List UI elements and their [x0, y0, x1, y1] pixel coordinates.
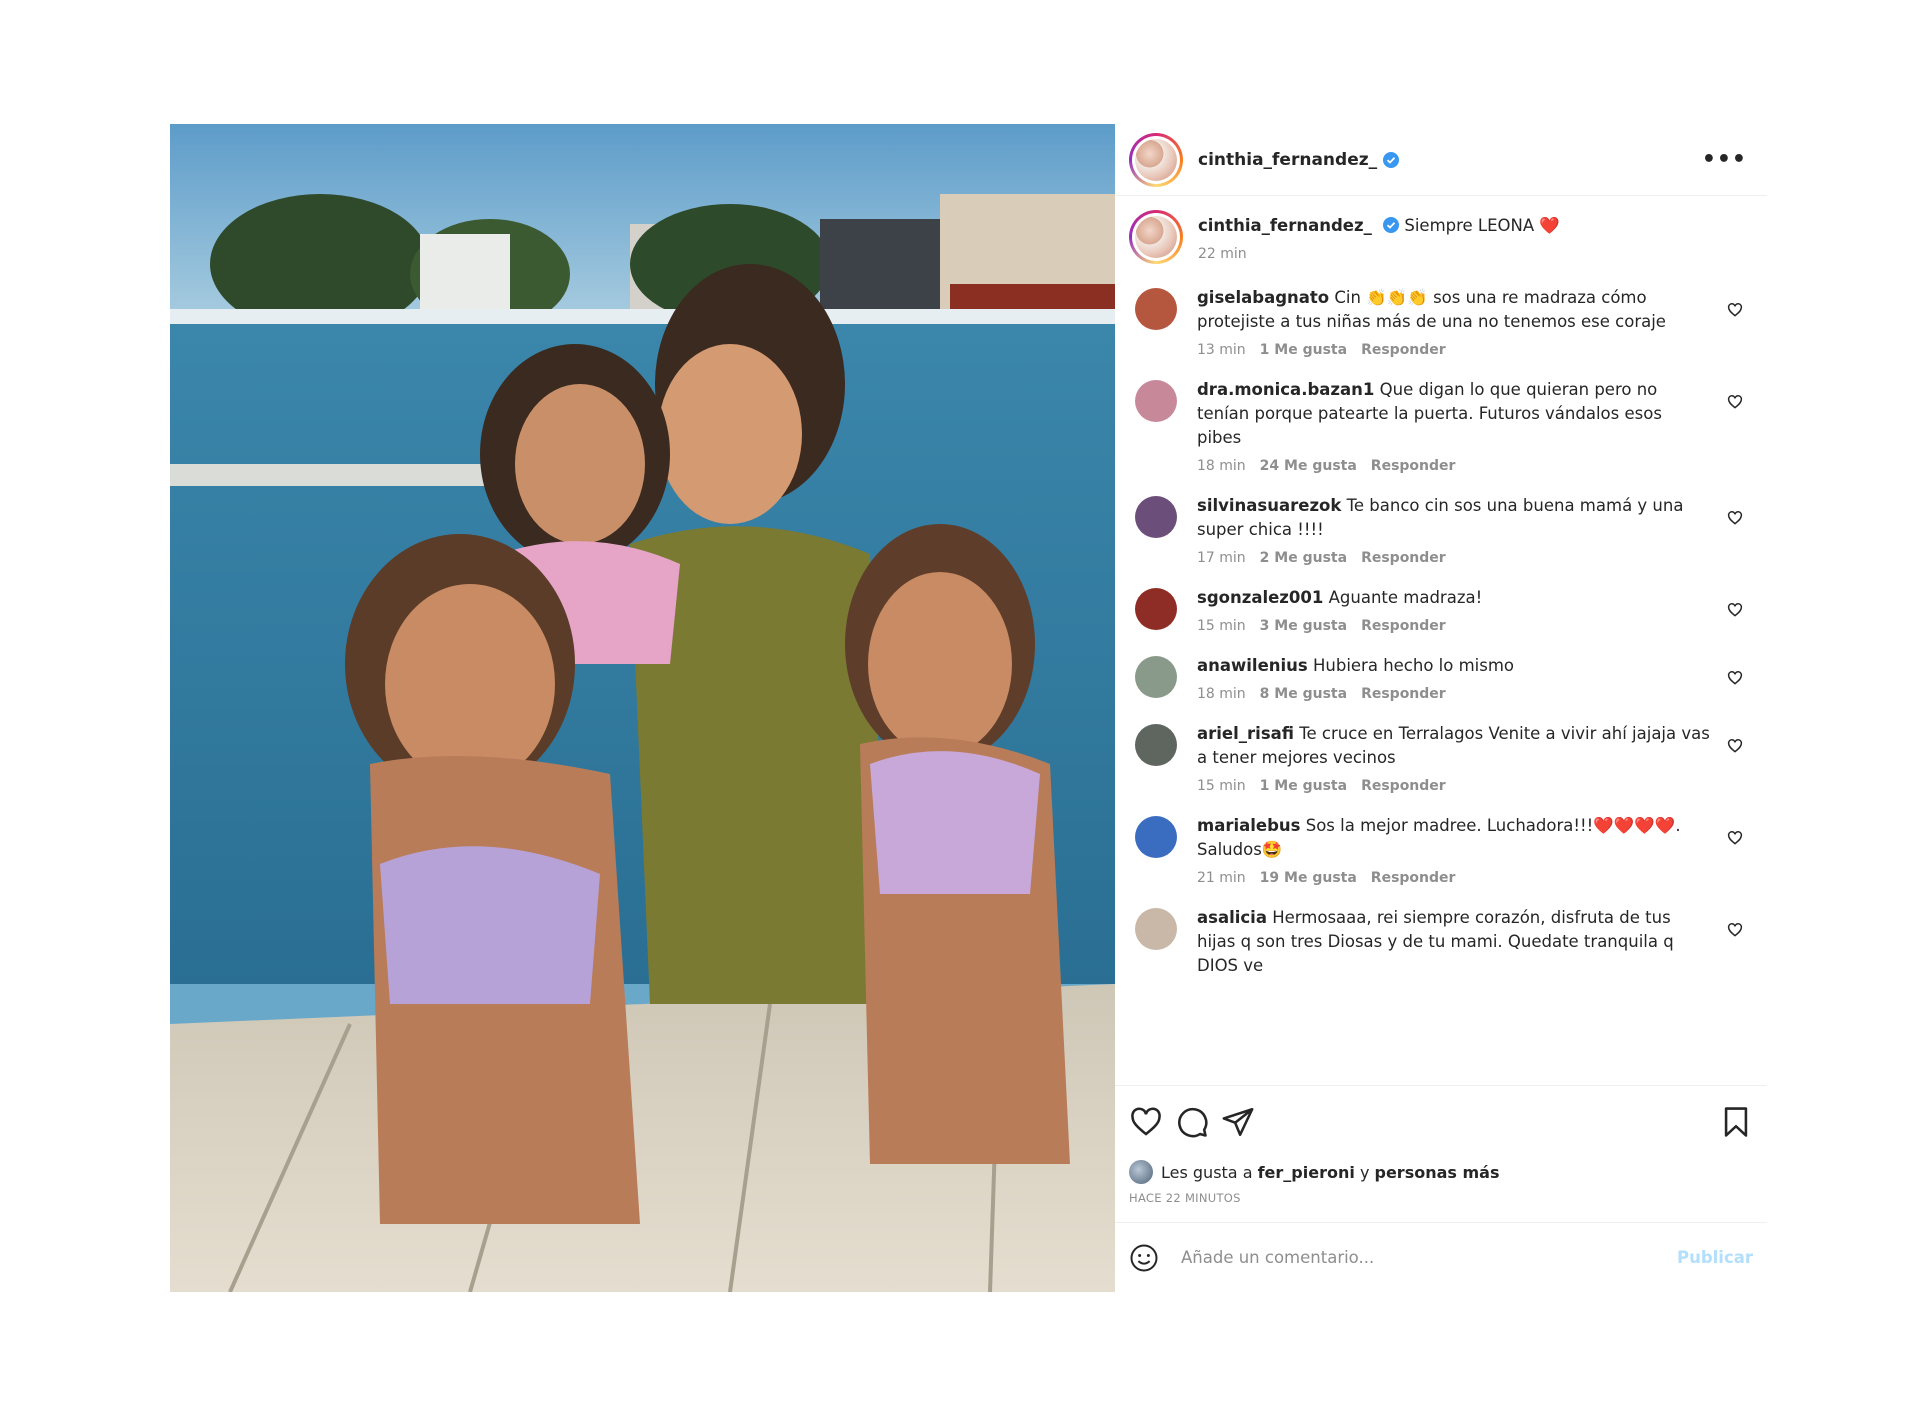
comment-likes[interactable]: 1 Me gusta [1260, 342, 1347, 358]
commenter-username[interactable]: giselabagnato [1197, 288, 1329, 307]
likes-prefix: Les gusta a [1161, 1162, 1253, 1182]
caption-time: 22 min [1198, 246, 1247, 262]
instagram-post: cinthia_fernandez_ ••• cinthia_fernandez… [170, 124, 1767, 1292]
likes-middle: y [1359, 1162, 1370, 1182]
comment-item: anawilenius Hubiera hecho lo mismo 18 min… [1129, 654, 1751, 702]
comment-text: Hermosaaa, rei siempre corazón, disfruta… [1197, 908, 1674, 975]
verified-icon [1383, 151, 1400, 168]
reply-button[interactable]: Responder [1371, 870, 1456, 886]
commenter-username[interactable]: sgonzalez001 [1197, 588, 1323, 607]
comment-heart-icon[interactable] [1727, 922, 1743, 938]
more-icon[interactable]: ••• [1698, 143, 1751, 176]
author-avatar[interactable] [1129, 132, 1183, 187]
author-username[interactable]: cinthia_fernandez_ [1198, 150, 1377, 170]
caption-username[interactable]: cinthia_fernandez_ [1198, 216, 1372, 235]
post-caption: cinthia_fernandez_ Siempre LEONA ❤️ 22 m… [1129, 210, 1751, 264]
comments-list[interactable]: cinthia_fernandez_ Siempre LEONA ❤️ 22 m… [1115, 196, 1767, 1085]
comment-likes[interactable]: 8 Me gusta [1260, 686, 1347, 702]
commenter-avatar[interactable] [1135, 816, 1177, 858]
post-photo [170, 124, 1115, 1292]
comment-heart-icon[interactable] [1727, 394, 1743, 410]
commenter-username[interactable]: ariel_risafi [1197, 724, 1294, 743]
heart-icon[interactable] [1129, 1105, 1163, 1139]
comment-time: 21 min [1197, 870, 1246, 886]
comment-time: 18 min [1197, 458, 1246, 474]
comment-item: silvinasuarezok Te banco cin sos una bue… [1129, 494, 1751, 566]
commenter-username[interactable]: dra.monica.bazan1 [1197, 380, 1374, 399]
commenter-username[interactable]: asalicia [1197, 908, 1267, 927]
comment-heart-icon[interactable] [1727, 602, 1743, 618]
reply-button[interactable]: Responder [1361, 550, 1446, 566]
reply-button[interactable]: Responder [1361, 778, 1446, 794]
comment-heart-icon[interactable] [1727, 670, 1743, 686]
comment-input[interactable] [1181, 1248, 1677, 1267]
bookmark-icon[interactable] [1719, 1105, 1753, 1139]
comment-text: Aguante madraza! [1328, 588, 1483, 607]
comment-item: sgonzalez001 Aguante madraza! 15 min 3 Me … [1129, 586, 1751, 634]
share-icon[interactable] [1221, 1105, 1255, 1139]
beach-family-photo [170, 124, 1115, 1292]
commenter-username[interactable]: marialebus [1197, 816, 1300, 835]
emoji-icon[interactable] [1129, 1243, 1159, 1273]
comment-likes[interactable]: 3 Me gusta [1260, 618, 1347, 634]
reply-button[interactable]: Responder [1361, 686, 1446, 702]
likes-username[interactable]: fer_pieroni [1258, 1163, 1355, 1182]
comment-text: Hubiera hecho lo mismo [1312, 656, 1515, 675]
comment-item: ariel_risafi Te cruce en Terralagos Veni… [1129, 722, 1751, 794]
comment-time: 18 min [1197, 686, 1246, 702]
commenter-avatar[interactable] [1135, 496, 1177, 538]
commenter-avatar[interactable] [1135, 380, 1177, 422]
likes-others-link[interactable]: personas más [1375, 1163, 1500, 1182]
comment-item: marialebus Sos la mejor madree. Luchador… [1129, 814, 1751, 886]
comment-item: asalicia Hermosaaa, rei siempre corazón,… [1129, 906, 1751, 978]
commenter-avatar[interactable] [1135, 656, 1177, 698]
caption-avatar[interactable] [1129, 210, 1183, 264]
comment-time: 17 min [1197, 550, 1246, 566]
comment-likes[interactable]: 1 Me gusta [1260, 778, 1347, 794]
caption-text: Siempre LEONA ❤️ [1404, 216, 1560, 235]
post-side-panel: cinthia_fernandez_ ••• cinthia_fernandez… [1115, 124, 1767, 1292]
comment-item: giselabagnato Cin 👏👏👏 sos una re madraza… [1129, 286, 1751, 358]
commenter-username[interactable]: silvinasuarezok [1197, 496, 1341, 515]
comment-likes[interactable]: 2 Me gusta [1260, 550, 1347, 566]
liker-avatar[interactable] [1129, 1160, 1153, 1184]
commenter-avatar[interactable] [1135, 908, 1177, 950]
reply-button[interactable]: Responder [1371, 458, 1456, 474]
comment-icon[interactable] [1175, 1105, 1209, 1139]
comment-heart-icon[interactable] [1727, 830, 1743, 846]
commenter-avatar[interactable] [1135, 588, 1177, 630]
comment-likes[interactable]: 19 Me gusta [1260, 870, 1357, 886]
comment-heart-icon[interactable] [1727, 510, 1743, 526]
likes-summary: Les gusta a fer_pieroni y personas más [1115, 1157, 1767, 1187]
reply-button[interactable]: Responder [1361, 342, 1446, 358]
reply-button[interactable]: Responder [1361, 618, 1446, 634]
comment-likes[interactable]: 24 Me gusta [1260, 458, 1357, 474]
verified-icon [1383, 217, 1400, 233]
comment-time: 13 min [1197, 342, 1246, 358]
comment-heart-icon[interactable] [1727, 302, 1743, 318]
comment-time: 15 min [1197, 778, 1246, 794]
comment-heart-icon[interactable] [1727, 738, 1743, 754]
commenter-avatar[interactable] [1135, 724, 1177, 766]
post-time: HACE 22 MINUTOS [1129, 1191, 1241, 1205]
add-comment-bar: Publicar [1115, 1222, 1767, 1292]
action-bar [1115, 1085, 1767, 1157]
comment-item: dra.monica.bazan1 Que digan lo que quier… [1129, 378, 1751, 474]
publish-button[interactable]: Publicar [1677, 1248, 1753, 1267]
post-header: cinthia_fernandez_ ••• [1115, 124, 1767, 196]
commenter-username[interactable]: anawilenius [1197, 656, 1308, 675]
commenter-avatar[interactable] [1135, 288, 1177, 330]
comment-time: 15 min [1197, 618, 1246, 634]
